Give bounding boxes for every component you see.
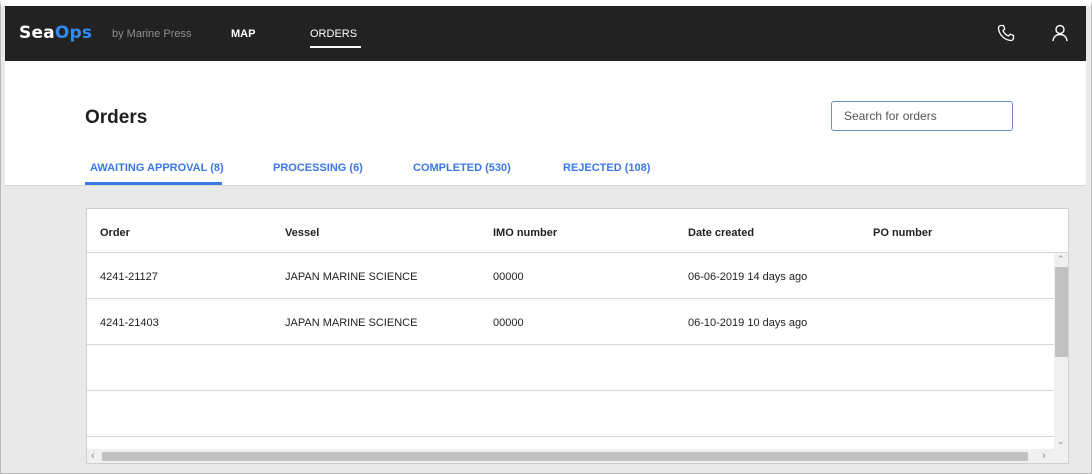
- scroll-down-icon[interactable]: ⌄: [1057, 436, 1065, 447]
- order-cell: 4241-21127: [100, 271, 158, 283]
- horizontal-scroll-thumb[interactable]: [102, 452, 1028, 461]
- table-header: Order Vessel IMO number Date created PO …: [87, 209, 1068, 253]
- column-header-order[interactable]: Order: [100, 227, 130, 239]
- date-created-cell: 06-06-2019 14 days ago: [688, 271, 808, 283]
- active-nav-indicator: [310, 46, 361, 48]
- date-created-cell: 06-10-2019 10 days ago: [688, 317, 808, 329]
- brand-primary: Sea: [19, 23, 55, 43]
- brand-logo[interactable]: SeaOps: [19, 23, 92, 43]
- top-navigation-bar: SeaOps by Marine Press MAP ORDERS: [5, 6, 1086, 61]
- table-row-empty: [87, 345, 1054, 391]
- brand-subtitle: by Marine Press: [112, 28, 192, 40]
- tab-awaiting-approval[interactable]: AWAITING APPROVAL (8): [90, 162, 224, 174]
- phone-icon[interactable]: [996, 23, 1016, 43]
- vessel-cell: JAPAN MARINE SCIENCE: [285, 271, 418, 283]
- header-divider: [5, 185, 1086, 186]
- imo-number-cell: 00000: [493, 317, 524, 329]
- orders-header: Orders AWAITING APPROVAL (8) PROCESSING …: [5, 61, 1086, 185]
- search-input[interactable]: [831, 101, 1013, 131]
- orders-table: Order Vessel IMO number Date created PO …: [86, 208, 1069, 464]
- scroll-right-icon[interactable]: ›: [1042, 450, 1046, 462]
- nav-map[interactable]: MAP: [231, 28, 255, 40]
- table-row[interactable]: 4241-21127 JAPAN MARINE SCIENCE 00000 06…: [87, 253, 1054, 299]
- order-cell: 4241-21403: [100, 317, 159, 329]
- tab-completed[interactable]: COMPLETED (530): [413, 162, 511, 174]
- horizontal-scrollbar[interactable]: ‹ ›: [87, 449, 1068, 463]
- user-icon[interactable]: [1050, 23, 1070, 43]
- nav-orders[interactable]: ORDERS: [310, 28, 357, 40]
- imo-number-cell: 00000: [493, 271, 524, 283]
- table-row-empty: [87, 391, 1054, 437]
- vessel-cell: JAPAN MARINE SCIENCE: [285, 317, 418, 329]
- column-header-po-number[interactable]: PO number: [873, 227, 932, 239]
- column-header-vessel[interactable]: Vessel: [285, 227, 319, 239]
- vertical-scroll-thumb[interactable]: [1055, 267, 1068, 357]
- scroll-left-icon[interactable]: ‹: [91, 450, 95, 462]
- column-header-date-created[interactable]: Date created: [688, 227, 754, 239]
- table-row[interactable]: 4241-21403 JAPAN MARINE SCIENCE 00000 06…: [87, 299, 1054, 345]
- tab-processing[interactable]: PROCESSING (6): [273, 162, 363, 174]
- tab-rejected[interactable]: REJECTED (108): [563, 162, 650, 174]
- vertical-scrollbar[interactable]: ⌃ ⌄: [1054, 253, 1068, 449]
- page-title: Orders: [85, 107, 148, 128]
- brand-accent: Ops: [54, 23, 93, 43]
- scroll-up-icon[interactable]: ⌃: [1057, 254, 1065, 265]
- column-header-imo-number[interactable]: IMO number: [493, 227, 557, 239]
